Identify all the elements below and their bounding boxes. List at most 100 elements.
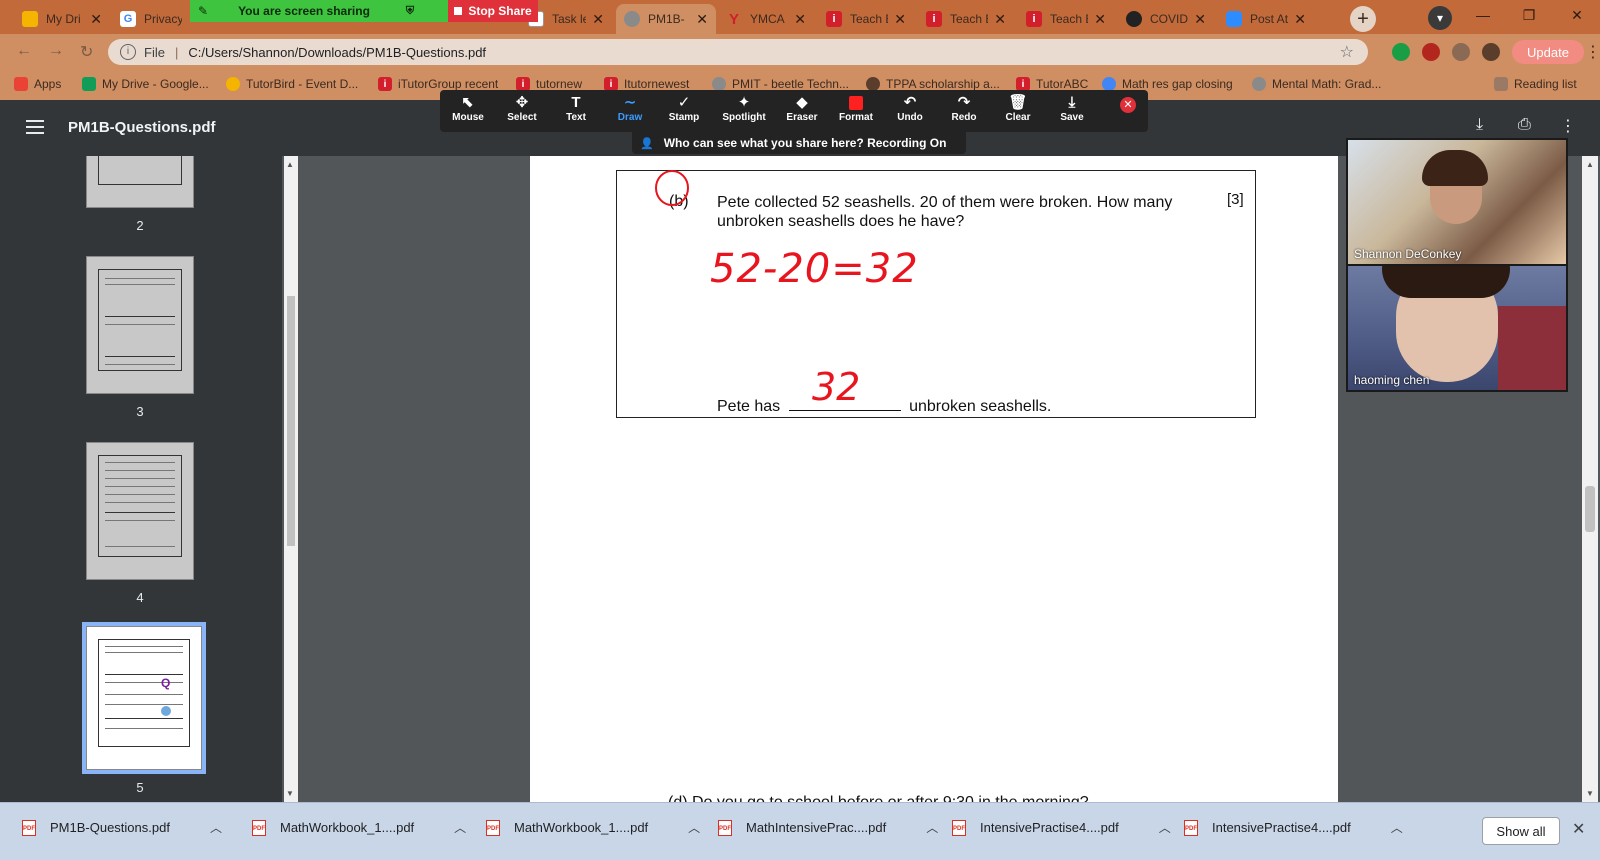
chevron-up-icon[interactable]: ︿: [926, 819, 938, 836]
download-item[interactable]: PDF MathIntensivePrac....pdf ︿: [718, 819, 938, 836]
bookmark-apps[interactable]: Apps: [14, 77, 61, 91]
scroll-up-icon[interactable]: ▲: [286, 160, 294, 169]
download-icon[interactable]: ⤓: [1476, 116, 1483, 134]
select-tool[interactable]: ✥ Select: [494, 94, 550, 123]
address-bar[interactable]: i File | C:/Users/Shannon/Downloads/PM1B…: [108, 39, 1368, 65]
close-tab-icon[interactable]: ✕: [794, 11, 806, 28]
extensions-puzzle-icon[interactable]: [1452, 43, 1470, 61]
draw-tool[interactable]: ∼ Draw: [602, 94, 658, 123]
bookmark-item[interactable]: i Itutornewest: [604, 77, 689, 91]
tab-title: Task le: [552, 12, 587, 26]
tab[interactable]: My Dri ✕: [14, 4, 110, 34]
video-tile[interactable]: haoming chen: [1348, 266, 1566, 390]
close-tab-icon[interactable]: ✕: [90, 11, 102, 28]
text-tool[interactable]: T Text: [548, 94, 604, 123]
scroll-down-icon[interactable]: ▼: [1586, 789, 1594, 798]
new-tab-button[interactable]: +: [1350, 6, 1376, 32]
bookmark-item[interactable]: i tutornew: [516, 77, 582, 91]
mouse-tool[interactable]: ⬉ Mouse: [440, 94, 496, 123]
download-filename: PM1B-Questions.pdf: [50, 820, 170, 835]
close-tab-icon[interactable]: ✕: [894, 11, 906, 28]
format-tool[interactable]: Format: [828, 94, 884, 123]
bookmark-item[interactable]: Mental Math: Grad...: [1252, 77, 1381, 91]
chevron-up-icon[interactable]: ︿: [1159, 819, 1171, 836]
scroll-thumb[interactable]: [1585, 486, 1595, 532]
close-tab-icon[interactable]: ✕: [592, 11, 604, 28]
undo-tool[interactable]: ↶ Undo: [882, 94, 938, 123]
tab-search-icon[interactable]: ▾: [1428, 6, 1452, 30]
tab-active[interactable]: PM1B- ✕: [616, 4, 716, 34]
scroll-up-icon[interactable]: ▲: [1586, 160, 1594, 169]
scroll-thumb[interactable]: [287, 296, 295, 546]
chevron-up-icon[interactable]: ︿: [210, 819, 222, 836]
tab[interactable]: i Teach E ✕: [1018, 4, 1114, 34]
chevron-up-icon[interactable]: ︿: [454, 819, 466, 836]
tab[interactable]: Post At ✕: [1218, 4, 1314, 34]
bookmark-item[interactable]: PMIT - beetle Techn...: [712, 77, 849, 91]
menu-icon[interactable]: [26, 120, 44, 134]
close-window-icon[interactable]: ✕: [1554, 0, 1600, 30]
bookmark-item[interactable]: My Drive - Google...: [82, 77, 209, 91]
tab[interactable]: Y YMCA ✕: [718, 4, 814, 34]
info-icon[interactable]: i: [120, 44, 136, 60]
more-options-icon[interactable]: ⋮: [1560, 116, 1576, 136]
tutorbird-icon: [226, 77, 240, 91]
reload-icon[interactable]: ↻: [80, 42, 93, 62]
eraser-tool[interactable]: ◆ Eraser: [774, 94, 830, 123]
download-item[interactable]: PDF IntensivePractise4....pdf ︿: [952, 819, 1171, 836]
chevron-up-icon[interactable]: ︿: [688, 819, 700, 836]
update-button[interactable]: Update: [1512, 40, 1584, 64]
stop-share-button[interactable]: Stop Share: [448, 0, 538, 22]
document-scrollbar[interactable]: ▲ ▼: [1582, 156, 1598, 802]
close-icon[interactable]: ✕: [1572, 819, 1585, 839]
restore-icon[interactable]: ❐: [1506, 0, 1552, 30]
close-tab-icon[interactable]: ✕: [994, 11, 1006, 28]
spotlight-tool[interactable]: ✦ Spotlight: [712, 94, 776, 123]
close-annotation-icon[interactable]: ✕: [1120, 97, 1136, 113]
download-item[interactable]: PDF PM1B-Questions.pdf ︿: [22, 819, 222, 836]
page-thumbnail[interactable]: [86, 156, 194, 208]
download-item[interactable]: PDF IntensivePractise4....pdf ︿: [1184, 819, 1403, 836]
minimize-icon[interactable]: —: [1460, 0, 1506, 30]
close-tab-icon[interactable]: ✕: [1294, 11, 1306, 28]
tab[interactable]: COVID ✕: [1118, 4, 1214, 34]
redo-tool[interactable]: ↷ Redo: [936, 94, 992, 123]
tool-label: Spotlight: [722, 112, 766, 123]
video-tile[interactable]: Shannon DeConkey: [1348, 140, 1566, 264]
bookmark-item[interactable]: Math res gap closing: [1102, 77, 1233, 91]
bookmark-item[interactable]: i TutorABC: [1016, 77, 1088, 91]
forward-icon[interactable]: →: [48, 42, 64, 60]
bookmark-star-icon[interactable]: ☆: [1340, 42, 1354, 62]
close-tab-icon[interactable]: ✕: [696, 11, 708, 28]
page-thumbnail[interactable]: [86, 256, 194, 394]
show-all-button[interactable]: Show all: [1482, 817, 1560, 845]
download-item[interactable]: PDF MathWorkbook_1....pdf ︿: [252, 819, 466, 836]
back-icon[interactable]: ←: [16, 42, 32, 60]
browser-menu-icon[interactable]: ⋮: [1585, 42, 1600, 62]
save-tool[interactable]: ⤓ Save: [1044, 94, 1100, 123]
tab[interactable]: i Teach E ✕: [918, 4, 1014, 34]
close-tab-icon[interactable]: ✕: [1094, 11, 1106, 28]
ublock-icon[interactable]: [1422, 43, 1440, 61]
sidebar-scrollbar[interactable]: ▲ ▼: [284, 156, 298, 802]
close-tab-icon[interactable]: ✕: [1194, 11, 1206, 28]
print-icon[interactable]: ⎙: [1518, 116, 1531, 134]
stamp-tool[interactable]: ✓ Stamp: [656, 94, 712, 123]
tab[interactable]: G Privacy: [112, 4, 190, 34]
bookmark-item[interactable]: TutorBird - Event D...: [226, 77, 358, 91]
scroll-down-icon[interactable]: ▼: [286, 789, 294, 798]
page-thumbnail[interactable]: [86, 442, 194, 580]
avatar[interactable]: [1482, 43, 1500, 61]
download-item[interactable]: PDF MathWorkbook_1....pdf ︿: [486, 819, 700, 836]
bookmark-item[interactable]: TPPA scholarship a...: [866, 77, 1000, 91]
bookmark-item[interactable]: i iTutorGroup recent: [378, 77, 498, 91]
pdf-file-icon: PDF: [718, 819, 732, 836]
tab[interactable]: i Teach E ✕: [818, 4, 914, 34]
extension-icon[interactable]: [1392, 43, 1410, 61]
share-visibility-notice[interactable]: 👤 Who can see what you share here? Recor…: [632, 132, 966, 154]
background-chair: [1498, 306, 1566, 390]
page-thumbnail-selected[interactable]: Q: [82, 622, 206, 774]
clear-tool[interactable]: 🗑 Clear: [990, 94, 1046, 123]
reading-list[interactable]: Reading list: [1494, 77, 1577, 91]
chevron-up-icon[interactable]: ︿: [1391, 819, 1403, 836]
